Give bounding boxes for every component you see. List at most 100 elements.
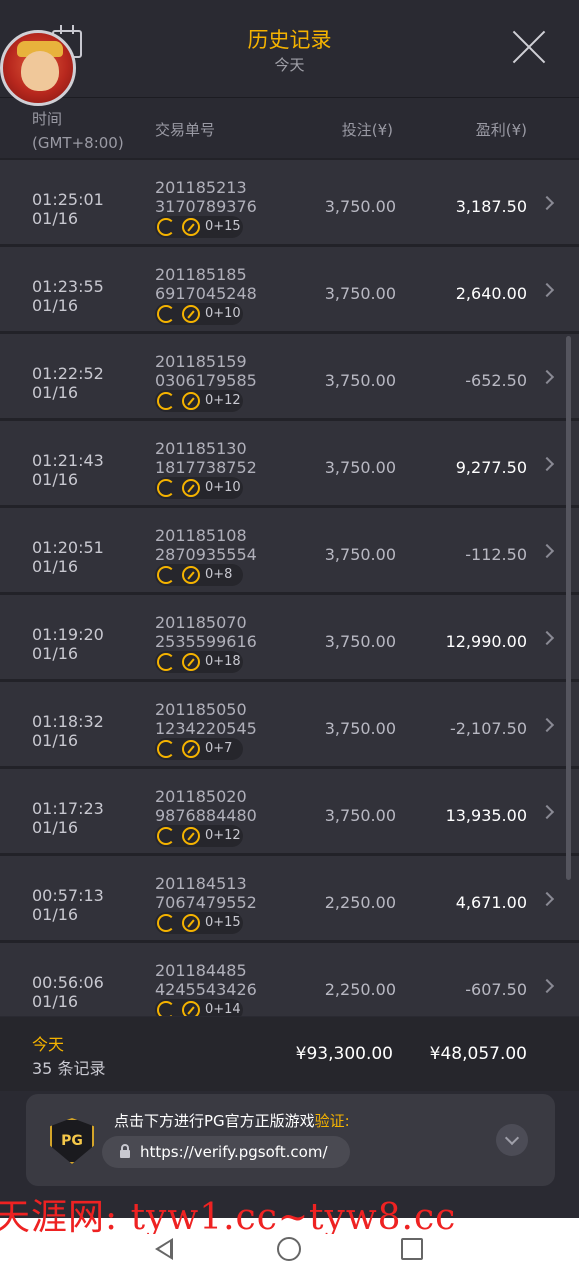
row-date: 01/16: [32, 905, 79, 924]
row-order-id-part2: 0306179585: [155, 371, 257, 390]
chevron-right-icon[interactable]: [539, 543, 555, 559]
chevron-right-icon[interactable]: [539, 891, 555, 907]
replay-icon: [157, 218, 175, 236]
row-date: 01/16: [32, 644, 79, 663]
verify-text-highlight: 验证:: [314, 1112, 350, 1130]
recent-apps-icon[interactable]: [401, 1238, 423, 1260]
row-order-id-part1: 201185213: [155, 178, 247, 197]
row-profit: 4,671.00: [455, 893, 527, 912]
row-free-spins: 0+7: [205, 741, 233, 756]
chevron-right-icon[interactable]: [539, 282, 555, 298]
row-time: 01:19:20: [32, 625, 104, 644]
replay-icon: [157, 479, 175, 497]
table-row[interactable]: 01:19:20 01/16 201185070 2535599616 0+18 3,75…: [0, 595, 579, 679]
replay-icon: [157, 740, 175, 758]
table-row[interactable]: 01:23:55 01/16 201185185 6917045248 0+10 3,75…: [0, 247, 579, 331]
table-row[interactable]: 01:18:32 01/16 201185050 1234220545 0+7 3,750…: [0, 682, 579, 766]
watermark: 天涯网: tyw1.cc~tyw8.cc: [0, 1197, 457, 1234]
replay-icon: [157, 914, 175, 932]
table-row[interactable]: 01:21:43 01/16 201185130 1817738752 0+10 3,75…: [0, 421, 579, 505]
chevron-right-icon[interactable]: [539, 804, 555, 820]
row-date: 01/16: [32, 383, 79, 402]
row-free-spins: 0+18: [205, 654, 241, 669]
table-row[interactable]: 00:56:06 01/16 201184485 4245543426 0+14 2,25…: [0, 943, 579, 1016]
summary-footer: 今天 35 条记录 ¥93,300.00 ¥48,057.00: [0, 1017, 579, 1091]
row-bet: 3,750.00: [324, 719, 396, 738]
row-bet: 2,250.00: [324, 893, 396, 912]
row-order-id-part1: 201185130: [155, 439, 247, 458]
row-bet: 3,750.00: [324, 371, 396, 390]
row-time: 00:57:13: [32, 886, 104, 905]
verify-text: 点击下方进行PG官方正版游戏验证:: [114, 1110, 350, 1131]
row-bet: 2,250.00: [324, 980, 396, 999]
summary-total-profit: ¥48,057.00: [429, 1044, 527, 1064]
column-bet: 投注(¥): [341, 121, 393, 139]
chevron-right-icon[interactable]: [539, 630, 555, 646]
chevron-down-icon[interactable]: [496, 1124, 528, 1156]
row-bet: 3,750.00: [324, 458, 396, 477]
row-bet: 3,750.00: [324, 284, 396, 303]
row-profit: 3,187.50: [455, 197, 527, 216]
verify-banner[interactable]: PG 点击下方进行PG官方正版游戏验证: https://verify.pgso…: [26, 1094, 555, 1186]
row-tags: 0+12: [155, 825, 243, 847]
row-bet: 3,750.00: [324, 806, 396, 825]
row-order-id-part2: 3170789376: [155, 197, 257, 216]
summary-total-bet: ¥93,300.00: [295, 1044, 393, 1064]
back-icon[interactable]: [155, 1238, 173, 1260]
close-icon[interactable]: [510, 28, 548, 66]
row-order-id-part2: 9876884480: [155, 806, 257, 825]
row-bet: 3,750.00: [324, 632, 396, 651]
replay-icon: [157, 305, 175, 323]
avatar: [0, 30, 76, 106]
row-order-id-part1: 201185050: [155, 700, 247, 719]
row-profit: -2,107.50: [449, 719, 527, 738]
table-row[interactable]: 01:22:52 01/16 201185159 0306179585 0+12 3,75…: [0, 334, 579, 418]
row-tags: 0+14: [155, 999, 243, 1016]
free-spin-icon: [182, 305, 200, 323]
chevron-right-icon[interactable]: [539, 717, 555, 733]
row-tags: 0+18: [155, 651, 243, 673]
chevron-right-icon[interactable]: [539, 456, 555, 472]
row-time: 01:21:43: [32, 451, 104, 470]
row-time: 01:17:23: [32, 799, 104, 818]
row-order-id-part1: 201185020: [155, 787, 247, 806]
row-order-id-part2: 1234220545: [155, 719, 257, 738]
row-tags: 0+12: [155, 390, 243, 412]
column-profit: 盈利(¥): [475, 121, 527, 139]
table-row[interactable]: 01:17:23 01/16 201185020 9876884480 0+12 3,75…: [0, 769, 579, 853]
column-time: 时间 (GMT+8:00): [32, 110, 124, 152]
lock-icon: [120, 1144, 130, 1158]
verify-url-pill[interactable]: https://verify.pgsoft.com/: [102, 1136, 350, 1168]
row-bet: 3,750.00: [324, 545, 396, 564]
record-list[interactable]: 01:25:01 01/16 201185213 3170789376 0+15 3,75…: [0, 158, 579, 1016]
home-icon[interactable]: [277, 1237, 301, 1261]
row-order-id-part2: 7067479552: [155, 893, 257, 912]
column-header: 时间 (GMT+8:00) 交易单号 投注(¥) 盈利(¥): [0, 99, 579, 157]
scrollbar[interactable]: [566, 336, 571, 880]
row-order-id-part1: 201185159: [155, 352, 247, 371]
chevron-right-icon[interactable]: [539, 195, 555, 211]
row-order-id-part1: 201184513: [155, 874, 247, 893]
free-spin-icon: [182, 479, 200, 497]
verify-text-main: 点击下方进行PG官方正版游戏: [114, 1112, 315, 1130]
row-bet: 3,750.00: [324, 197, 396, 216]
table-row[interactable]: 01:25:01 01/16 201185213 3170789376 0+15 3,75…: [0, 160, 579, 244]
row-free-spins: 0+15: [205, 915, 241, 930]
row-tags: 0+15: [155, 216, 243, 238]
row-date: 01/16: [32, 557, 79, 576]
row-free-spins: 0+10: [205, 480, 241, 495]
free-spin-icon: [182, 653, 200, 671]
row-free-spins: 0+14: [205, 1002, 241, 1016]
table-row[interactable]: 01:20:51 01/16 201185108 2870935554 0+8 3,750…: [0, 508, 579, 592]
row-time: 01:20:51: [32, 538, 104, 557]
row-time: 01:25:01: [32, 190, 104, 209]
verify-url[interactable]: https://verify.pgsoft.com/: [140, 1143, 328, 1161]
row-free-spins: 0+10: [205, 306, 241, 321]
table-row[interactable]: 00:57:13 01/16 201184513 7067479552 0+15 2,25…: [0, 856, 579, 940]
chevron-right-icon[interactable]: [539, 369, 555, 385]
row-free-spins: 0+12: [205, 393, 241, 408]
free-spin-icon: [182, 566, 200, 584]
chevron-right-icon[interactable]: [539, 978, 555, 994]
replay-icon: [157, 653, 175, 671]
free-spin-icon: [182, 914, 200, 932]
